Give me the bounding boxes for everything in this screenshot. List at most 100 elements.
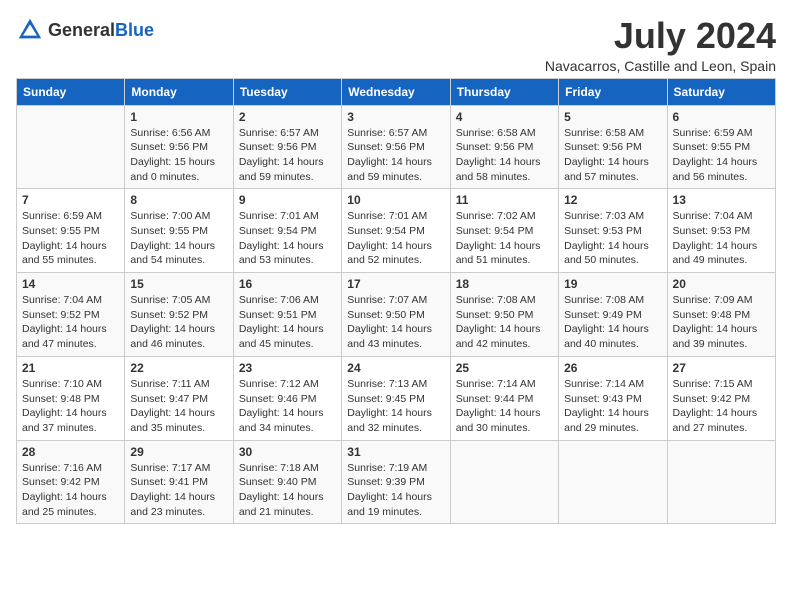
day-number: 8 <box>130 193 227 207</box>
day-cell: 28 Sunrise: 7:16 AMSunset: 9:42 PMDayligh… <box>17 440 125 524</box>
day-cell: 7 Sunrise: 6:59 AMSunset: 9:55 PMDaylight… <box>17 189 125 273</box>
day-cell: 22 Sunrise: 7:11 AMSunset: 9:47 PMDayligh… <box>125 356 233 440</box>
day-number: 9 <box>239 193 336 207</box>
day-number: 10 <box>347 193 444 207</box>
day-info: Sunrise: 7:15 AMSunset: 9:42 PMDaylight:… <box>673 377 770 436</box>
day-number: 26 <box>564 361 661 375</box>
weekday-header-sunday: Sunday <box>17 78 125 105</box>
day-info: Sunrise: 6:59 AMSunset: 9:55 PMDaylight:… <box>22 209 119 268</box>
week-row-2: 7 Sunrise: 6:59 AMSunset: 9:55 PMDaylight… <box>17 189 776 273</box>
day-info: Sunrise: 7:14 AMSunset: 9:44 PMDaylight:… <box>456 377 553 436</box>
title-block: July 2024 Navacarros, Castille and Leon,… <box>545 16 776 74</box>
day-info: Sunrise: 7:11 AMSunset: 9:47 PMDaylight:… <box>130 377 227 436</box>
day-number: 14 <box>22 277 119 291</box>
day-info: Sunrise: 7:04 AMSunset: 9:52 PMDaylight:… <box>22 293 119 352</box>
day-cell: 26 Sunrise: 7:14 AMSunset: 9:43 PMDayligh… <box>559 356 667 440</box>
day-info: Sunrise: 7:13 AMSunset: 9:45 PMDaylight:… <box>347 377 444 436</box>
day-cell: 13Sunrise: 7:04 AMSunset: 9:53 PMDayligh… <box>667 189 775 273</box>
calendar-header: SundayMondayTuesdayWednesdayThursdayFrid… <box>17 78 776 105</box>
day-cell: 9 Sunrise: 7:01 AMSunset: 9:54 PMDaylight… <box>233 189 341 273</box>
day-info: Sunrise: 6:58 AMSunset: 9:56 PMDaylight:… <box>456 126 553 185</box>
weekday-header-thursday: Thursday <box>450 78 558 105</box>
weekday-header-friday: Friday <box>559 78 667 105</box>
day-number: 4 <box>456 110 553 124</box>
day-info: Sunrise: 7:19 AMSunset: 9:39 PMDaylight:… <box>347 461 444 520</box>
day-cell: 25 Sunrise: 7:14 AMSunset: 9:44 PMDayligh… <box>450 356 558 440</box>
day-info: Sunrise: 7:14 AMSunset: 9:43 PMDaylight:… <box>564 377 661 436</box>
day-number: 18 <box>456 277 553 291</box>
day-info: Sunrise: 7:17 AMSunset: 9:41 PMDaylight:… <box>130 461 227 520</box>
day-cell: 18 Sunrise: 7:08 AMSunset: 9:50 PMDayligh… <box>450 273 558 357</box>
month-title: July 2024 <box>545 16 776 56</box>
day-number: 2 <box>239 110 336 124</box>
week-row-3: 14 Sunrise: 7:04 AMSunset: 9:52 PMDayligh… <box>17 273 776 357</box>
day-info: Sunrise: 7:02 AMSunset: 9:54 PMDaylight:… <box>456 209 553 268</box>
day-cell: 19 Sunrise: 7:08 AMSunset: 9:49 PMDayligh… <box>559 273 667 357</box>
day-number: 11 <box>456 193 553 207</box>
day-info: Sunrise: 7:01 AMSunset: 9:54 PMDaylight:… <box>239 209 336 268</box>
day-cell: 16 Sunrise: 7:06 AMSunset: 9:51 PMDayligh… <box>233 273 341 357</box>
day-number: 1 <box>130 110 227 124</box>
weekday-header-wednesday: Wednesday <box>342 78 450 105</box>
week-row-5: 28 Sunrise: 7:16 AMSunset: 9:42 PMDayligh… <box>17 440 776 524</box>
day-number: 5 <box>564 110 661 124</box>
day-info: Sunrise: 7:18 AMSunset: 9:40 PMDaylight:… <box>239 461 336 520</box>
day-cell: 23 Sunrise: 7:12 AMSunset: 9:46 PMDayligh… <box>233 356 341 440</box>
day-info: Sunrise: 7:03 AMSunset: 9:53 PMDaylight:… <box>564 209 661 268</box>
day-cell: 4 Sunrise: 6:58 AMSunset: 9:56 PMDaylight… <box>450 105 558 189</box>
day-number: 25 <box>456 361 553 375</box>
day-cell: 1 Sunrise: 6:56 AMSunset: 9:56 PMDaylight… <box>125 105 233 189</box>
day-info: Sunrise: 7:09 AMSunset: 9:48 PMDaylight:… <box>673 293 770 352</box>
day-cell: 29Sunrise: 7:17 AMSunset: 9:41 PMDayligh… <box>125 440 233 524</box>
calendar-body: 1 Sunrise: 6:56 AMSunset: 9:56 PMDaylight… <box>17 105 776 524</box>
day-info: Sunrise: 7:16 AMSunset: 9:42 PMDaylight:… <box>22 461 119 520</box>
day-number: 16 <box>239 277 336 291</box>
weekday-row: SundayMondayTuesdayWednesdayThursdayFrid… <box>17 78 776 105</box>
day-number: 23 <box>239 361 336 375</box>
day-number: 24 <box>347 361 444 375</box>
day-number: 12 <box>564 193 661 207</box>
weekday-header-monday: Monday <box>125 78 233 105</box>
week-row-1: 1 Sunrise: 6:56 AMSunset: 9:56 PMDaylight… <box>17 105 776 189</box>
day-cell: 5Sunrise: 6:58 AMSunset: 9:56 PMDaylight… <box>559 105 667 189</box>
day-cell <box>450 440 558 524</box>
day-cell: 10 Sunrise: 7:01 AMSunset: 9:54 PMDayligh… <box>342 189 450 273</box>
weekday-header-tuesday: Tuesday <box>233 78 341 105</box>
day-number: 7 <box>22 193 119 207</box>
weekday-header-saturday: Saturday <box>667 78 775 105</box>
day-cell: 20Sunrise: 7:09 AMSunset: 9:48 PMDayligh… <box>667 273 775 357</box>
day-number: 13 <box>673 193 770 207</box>
day-info: Sunrise: 7:12 AMSunset: 9:46 PMDaylight:… <box>239 377 336 436</box>
day-info: Sunrise: 6:56 AMSunset: 9:56 PMDaylight:… <box>130 126 227 185</box>
day-info: Sunrise: 6:57 AMSunset: 9:56 PMDaylight:… <box>239 126 336 185</box>
day-cell: 21 Sunrise: 7:10 AMSunset: 9:48 PMDayligh… <box>17 356 125 440</box>
day-number: 21 <box>22 361 119 375</box>
day-number: 15 <box>130 277 227 291</box>
logo-text-general: General <box>48 20 115 40</box>
day-cell: 12 Sunrise: 7:03 AMSunset: 9:53 PMDayligh… <box>559 189 667 273</box>
day-cell <box>667 440 775 524</box>
day-info: Sunrise: 7:07 AMSunset: 9:50 PMDaylight:… <box>347 293 444 352</box>
day-info: Sunrise: 7:05 AMSunset: 9:52 PMDaylight:… <box>130 293 227 352</box>
day-cell: 2 Sunrise: 6:57 AMSunset: 9:56 PMDaylight… <box>233 105 341 189</box>
day-number: 3 <box>347 110 444 124</box>
day-number: 6 <box>673 110 770 124</box>
day-cell: 31 Sunrise: 7:19 AMSunset: 9:39 PMDayligh… <box>342 440 450 524</box>
day-info: Sunrise: 7:01 AMSunset: 9:54 PMDaylight:… <box>347 209 444 268</box>
day-number: 22 <box>130 361 227 375</box>
day-info: Sunrise: 7:08 AMSunset: 9:50 PMDaylight:… <box>456 293 553 352</box>
day-cell: 3Sunrise: 6:57 AMSunset: 9:56 PMDaylight… <box>342 105 450 189</box>
day-number: 28 <box>22 445 119 459</box>
day-cell: 8 Sunrise: 7:00 AMSunset: 9:55 PMDaylight… <box>125 189 233 273</box>
day-info: Sunrise: 6:59 AMSunset: 9:55 PMDaylight:… <box>673 126 770 185</box>
day-number: 19 <box>564 277 661 291</box>
day-info: Sunrise: 7:10 AMSunset: 9:48 PMDaylight:… <box>22 377 119 436</box>
day-info: Sunrise: 7:00 AMSunset: 9:55 PMDaylight:… <box>130 209 227 268</box>
day-number: 30 <box>239 445 336 459</box>
day-cell: 6 Sunrise: 6:59 AMSunset: 9:55 PMDaylight… <box>667 105 775 189</box>
day-number: 31 <box>347 445 444 459</box>
day-cell: 15 Sunrise: 7:05 AMSunset: 9:52 PMDayligh… <box>125 273 233 357</box>
day-info: Sunrise: 7:06 AMSunset: 9:51 PMDaylight:… <box>239 293 336 352</box>
day-cell: 27Sunrise: 7:15 AMSunset: 9:42 PMDayligh… <box>667 356 775 440</box>
day-info: Sunrise: 7:08 AMSunset: 9:49 PMDaylight:… <box>564 293 661 352</box>
